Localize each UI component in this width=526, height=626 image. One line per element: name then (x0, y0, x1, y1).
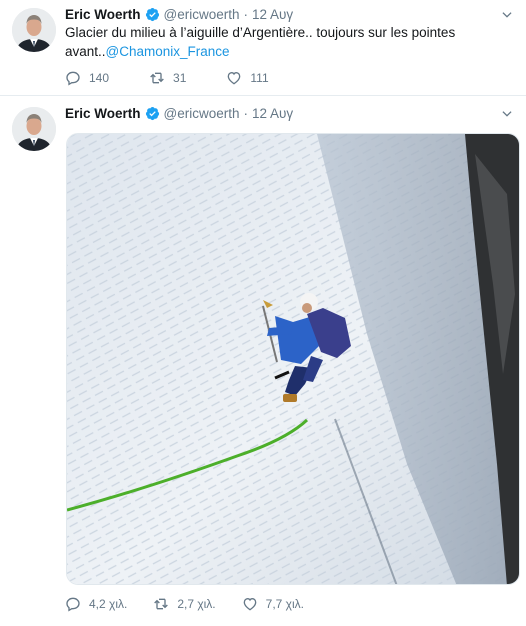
like-icon (242, 596, 258, 612)
reply-button[interactable]: 4,2 χιλ. (65, 596, 127, 612)
author-name[interactable]: Eric Woerth (65, 106, 141, 121)
author-handle[interactable]: @ericwoerth (164, 106, 240, 121)
header-separator: · (243, 105, 249, 121)
avatar[interactable] (12, 107, 56, 151)
reply-count: 140 (89, 71, 110, 85)
like-button[interactable]: 111 (226, 70, 269, 86)
tweet-text: Glacier du milieu à l’aiguille d’Argenti… (65, 23, 485, 61)
header-separator: · (243, 6, 249, 22)
avatar-image (12, 8, 56, 52)
tweet-date[interactable]: 12 Αυγ (252, 7, 293, 22)
like-icon (226, 70, 242, 86)
tweet-actions: 140 31 111 (65, 70, 309, 86)
retweet-icon (149, 70, 165, 86)
glacier-climber-photo (67, 134, 519, 584)
avatar[interactable] (12, 8, 56, 52)
tweet-header: Eric Woerth @ericwoerth · 12 Αυγ (65, 4, 293, 24)
verified-badge-icon (145, 7, 160, 22)
verified-badge-icon (145, 106, 160, 121)
reply-count: 4,2 χιλ. (89, 597, 128, 611)
reply-icon (65, 596, 81, 612)
reply-icon (65, 70, 81, 86)
like-count: 7,7 χιλ. (265, 597, 304, 611)
author-name[interactable]: Eric Woerth (65, 7, 141, 22)
retweet-icon (153, 596, 169, 612)
like-button[interactable]: 7,7 χιλ. (242, 596, 304, 612)
retweet-button[interactable]: 2,7 χιλ. (153, 596, 216, 612)
tweet-photo[interactable] (66, 133, 520, 585)
tweet-actions: 4,2 χιλ. 2,7 χιλ. 7,7 χιλ. (65, 596, 330, 612)
reply-button[interactable]: 140 (65, 70, 109, 86)
tweet-date[interactable]: 12 Αυγ (252, 106, 293, 121)
tweet[interactable]: Eric Woerth @ericwoerth · 12 Αυγ 4,2 χιλ… (0, 97, 526, 626)
retweet-count: 2,7 χιλ. (177, 597, 216, 611)
retweet-button[interactable]: 31 (149, 70, 186, 86)
mention-link[interactable]: @Chamonix_France (106, 44, 230, 59)
tweet-header: Eric Woerth @ericwoerth · 12 Αυγ (65, 103, 293, 123)
chevron-down-icon[interactable] (500, 8, 514, 22)
retweet-count: 31 (173, 71, 187, 85)
tweet[interactable]: Eric Woerth @ericwoerth · 12 Αυγ Glacier… (0, 0, 526, 96)
avatar-image (12, 107, 56, 151)
author-handle[interactable]: @ericwoerth (164, 7, 240, 22)
like-count: 111 (250, 71, 269, 85)
chevron-down-icon[interactable] (500, 107, 514, 121)
